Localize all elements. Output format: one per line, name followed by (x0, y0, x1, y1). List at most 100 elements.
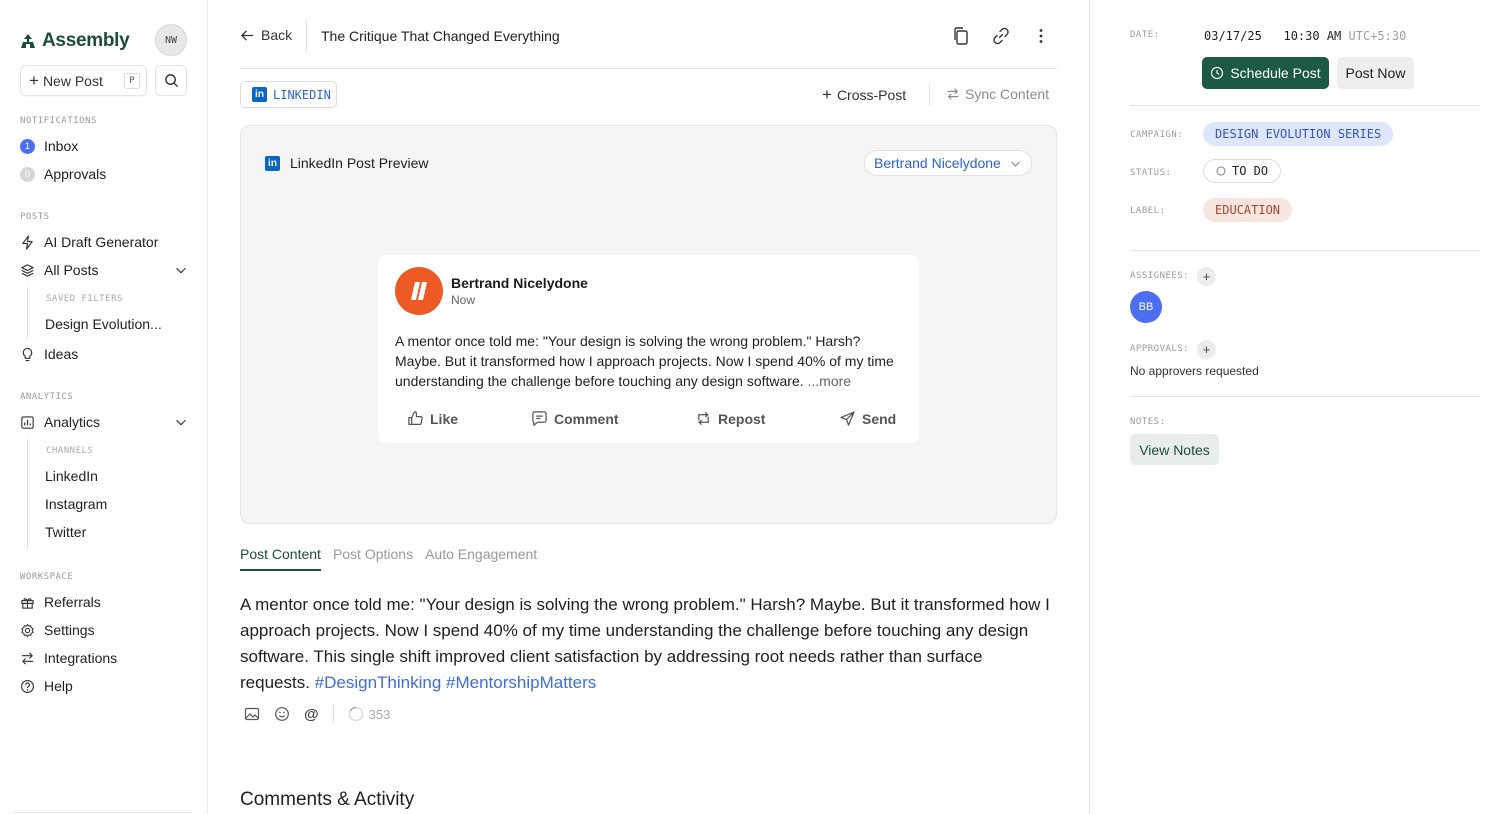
copy-icon[interactable] (951, 26, 971, 46)
link-icon[interactable] (991, 26, 1011, 46)
right-panel-divider (1089, 0, 1090, 814)
sidebar-item-all-posts[interactable]: All Posts (20, 259, 188, 281)
assignee-avatar[interactable]: BB (1130, 291, 1162, 323)
sidebar-footer-divider (14, 812, 192, 813)
sidebar-item-label: All Posts (44, 262, 99, 278)
character-counter: 353 (348, 706, 391, 722)
card-post-time: Now (451, 293, 476, 307)
content-tabs: Post Content Post Options Auto Engagemen… (240, 546, 537, 571)
sidebar-item-ideas[interactable]: Ideas (20, 343, 188, 365)
add-approver-button[interactable]: + (1197, 340, 1216, 359)
sidebar-item-label: Referrals (44, 594, 101, 610)
sidebar-item-label: Approvals (44, 166, 107, 182)
post-now-button[interactable]: Post Now (1337, 57, 1414, 89)
lightning-icon (20, 234, 35, 250)
analytics-section-label: ANALYTICS (20, 392, 74, 402)
linkedin-logo-icon: in (252, 87, 267, 102)
card-post-text: A mentor once told me: "Your design is s… (395, 331, 905, 391)
back-button[interactable]: Back (240, 27, 292, 43)
tab-post-content[interactable]: Post Content (240, 546, 321, 571)
header-divider-line (240, 68, 1057, 69)
repost-button[interactable]: Repost (695, 410, 765, 427)
assembly-logo-icon (20, 33, 36, 49)
author-select[interactable]: Bertrand Nicelydone (864, 150, 1032, 176)
schedule-datetime[interactable]: 03/17/25 10:30 AM UTC+5:30 (1204, 29, 1406, 43)
status-badge[interactable]: TO DO (1203, 159, 1282, 183)
label-badge[interactable]: EDUCATION (1203, 198, 1293, 222)
view-notes-button[interactable]: View Notes (1130, 434, 1219, 465)
sidebar-item-ai-draft[interactable]: AI Draft Generator (20, 231, 188, 253)
toolbar-divider (332, 705, 334, 723)
channel-tag-linkedin[interactable]: in LINKEDIN (240, 81, 337, 108)
preview-title-label: LinkedIn Post Preview (290, 155, 429, 171)
arrows-swap-icon (20, 651, 35, 666)
posts-section-label: POSTS (20, 212, 50, 222)
comment-icon (531, 410, 548, 427)
approvals-label: APPROVALS: (1130, 344, 1190, 354)
search-button[interactable] (155, 65, 187, 96)
gift-icon (20, 595, 35, 610)
sidebar-item-analytics[interactable]: Analytics (20, 411, 188, 433)
sidebar-item-referrals[interactable]: Referrals (20, 591, 188, 613)
see-more-link[interactable]: ...more (808, 373, 852, 389)
date-label: DATE: (1130, 30, 1160, 40)
add-assignee-button[interactable]: + (1197, 267, 1216, 286)
plus-icon: + (1202, 342, 1211, 357)
sidebar-item-label: Settings (44, 622, 95, 638)
progress-ring-icon (348, 706, 364, 722)
sidebar-item-label: Ideas (44, 346, 79, 362)
workspace-section-label: WORKSPACE (20, 572, 74, 582)
character-count-value: 353 (368, 706, 391, 722)
mention-icon[interactable]: @ (304, 706, 319, 723)
like-button[interactable]: Like (407, 410, 458, 427)
channel-item-instagram[interactable]: Instagram (45, 496, 107, 512)
schedule-post-label: Schedule Post (1230, 65, 1321, 81)
post-hashtags[interactable]: #DesignThinking #MentorshipMatters (315, 673, 597, 692)
channel-item-linkedin[interactable]: LinkedIn (45, 468, 98, 484)
campaign-badge[interactable]: DESIGN EVOLUTION SERIES (1203, 122, 1394, 146)
cross-post-button[interactable]: + Cross-Post (822, 86, 906, 103)
tab-post-options[interactable]: Post Options (333, 546, 413, 571)
new-post-button[interactable]: + New Post P (20, 65, 147, 96)
inbox-count-badge: 1 (20, 138, 35, 154)
send-icon (839, 410, 856, 427)
status-label: STATUS: (1130, 168, 1172, 178)
user-avatar[interactable]: NW (155, 24, 187, 56)
section-divider (1130, 250, 1480, 251)
comment-button[interactable]: Comment (531, 410, 619, 427)
search-icon (164, 73, 179, 88)
sync-content-button[interactable]: Sync Content (946, 86, 1049, 102)
chevron-down-icon[interactable] (174, 263, 188, 277)
channel-item-twitter[interactable]: Twitter (45, 524, 86, 540)
chevron-down-icon[interactable] (174, 415, 188, 429)
tab-auto-engagement[interactable]: Auto Engagement (425, 546, 537, 571)
schedule-timezone: UTC+5:30 (1348, 29, 1407, 43)
send-label: Send (862, 410, 897, 427)
actions-divider (929, 84, 930, 106)
lightbulb-icon (20, 347, 35, 362)
channel-tag-label: LINKEDIN (273, 87, 331, 102)
label-label: LABEL: (1130, 206, 1166, 216)
page-title: The Critique That Changed Everything (321, 28, 560, 44)
assignees-label: ASSIGNEES: (1130, 271, 1190, 281)
help-circle-icon (20, 679, 35, 694)
new-post-label: New Post (42, 72, 103, 89)
more-vertical-icon[interactable] (1031, 26, 1051, 46)
sidebar-item-integrations[interactable]: Integrations (20, 647, 188, 669)
sidebar-item-settings[interactable]: Settings (20, 619, 188, 641)
channels-label: CHANNELS (46, 446, 94, 456)
status-circle-icon (1216, 166, 1226, 176)
saved-filter-item[interactable]: Design Evolution... (45, 316, 162, 332)
image-icon[interactable] (244, 706, 260, 722)
sidebar-item-inbox[interactable]: 1 Inbox (20, 135, 188, 157)
send-button[interactable]: Send (839, 410, 896, 427)
campaign-label: CAMPAIGN: (1130, 130, 1184, 140)
emoji-icon[interactable] (274, 706, 290, 722)
gear-icon (20, 623, 35, 638)
sidebar-item-help[interactable]: Help (20, 675, 188, 697)
sidebar-item-approvals[interactable]: 0 Approvals (20, 163, 188, 185)
brand-logo[interactable]: Assembly (20, 30, 130, 52)
schedule-post-button[interactable]: Schedule Post (1202, 57, 1329, 89)
post-content-editor[interactable]: A mentor once told me: "Your design is s… (240, 592, 1055, 696)
thumbs-up-icon (407, 410, 424, 427)
